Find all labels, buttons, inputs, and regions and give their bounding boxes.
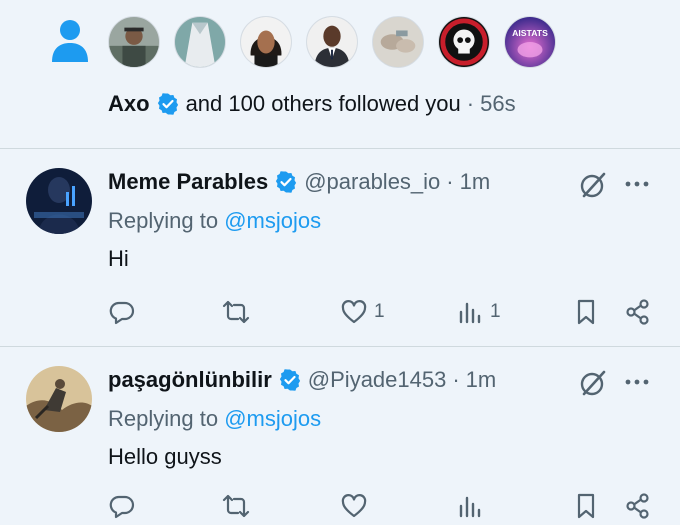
follower-avatars: AISTATS — [108, 16, 556, 68]
tweet[interactable]: Meme Parables @parables_io · 1m Replying… — [0, 150, 680, 344]
repost-button[interactable] — [222, 486, 250, 525]
heart-icon — [341, 494, 367, 518]
follow-text: and 100 others followed you — [185, 91, 461, 116]
views-icon — [459, 302, 481, 324]
avatar[interactable] — [240, 16, 292, 68]
more-options-icon[interactable] — [622, 172, 652, 196]
heart-icon — [341, 300, 367, 324]
tweet-header: paşagönlünbilir @Piyade1453 · 1m — [108, 364, 496, 396]
replying-prefix: Replying to — [108, 208, 219, 233]
person-icon — [52, 20, 88, 62]
share-button[interactable] — [624, 486, 652, 525]
follow-summary: Axo and 100 others followed you · 56s — [108, 90, 516, 118]
avatar[interactable] — [108, 16, 160, 68]
bookmark-button[interactable] — [572, 486, 600, 525]
reply-button[interactable] — [108, 292, 136, 332]
mention-link[interactable]: @msjojos — [224, 406, 321, 431]
handle[interactable]: @parables_io — [304, 169, 440, 195]
reply-icon — [109, 301, 135, 325]
like-count: 1 — [374, 301, 385, 322]
timestamp[interactable]: 1m — [466, 367, 497, 393]
separator-dot: · — [446, 169, 454, 194]
views-icon — [459, 496, 481, 518]
share-button[interactable] — [624, 292, 652, 332]
mention-link[interactable]: @msjojos — [224, 208, 321, 233]
verified-badge-icon — [276, 171, 297, 193]
reply-button[interactable] — [108, 486, 136, 525]
reply-icon — [109, 495, 135, 519]
divider — [0, 346, 680, 347]
avatar[interactable] — [306, 16, 358, 68]
bookmark-icon — [577, 299, 595, 325]
grok-icon[interactable] — [578, 170, 608, 200]
avatar[interactable]: AISTATS — [504, 16, 556, 68]
tweet-text: Hi — [108, 246, 129, 271]
tweet-actions: 1 1 — [0, 292, 680, 332]
timestamp: 56s — [480, 91, 516, 116]
avatar[interactable] — [26, 168, 92, 234]
replying-to: Replying to @msjojos — [108, 208, 321, 234]
views-button[interactable]: 1 — [456, 292, 501, 332]
separator-dot: · — [452, 367, 460, 392]
verified-badge-icon — [279, 369, 300, 391]
replying-prefix: Replying to — [108, 406, 219, 431]
bookmark-button[interactable] — [572, 292, 600, 332]
share-icon — [626, 493, 649, 519]
avatar[interactable] — [438, 16, 490, 68]
actor-name[interactable]: Axo — [108, 90, 150, 118]
like-button[interactable] — [340, 486, 374, 525]
view-count: 1 — [490, 301, 501, 322]
verified-badge-icon — [157, 93, 178, 115]
avatar[interactable] — [26, 366, 92, 432]
aistats-logo-text: AISTATS — [512, 28, 548, 38]
avatar[interactable] — [372, 16, 424, 68]
more-options-icon[interactable] — [622, 370, 652, 394]
share-icon — [626, 299, 649, 325]
replying-to: Replying to @msjojos — [108, 406, 321, 432]
tweet-actions — [0, 486, 680, 525]
views-button[interactable] — [456, 486, 490, 525]
repost-icon — [222, 494, 250, 518]
tweet-header: Meme Parables @parables_io · 1m — [108, 166, 490, 198]
like-button[interactable]: 1 — [340, 292, 385, 332]
grok-icon[interactable] — [578, 368, 608, 398]
follow-notification[interactable]: AISTATS Axo and 100 others followed you … — [0, 0, 680, 148]
tweet[interactable]: paşagönlünbilir @Piyade1453 · 1m Replyin… — [0, 348, 680, 525]
tweet-text: Hello guyss — [108, 444, 222, 469]
divider — [0, 148, 680, 149]
bookmark-icon — [577, 493, 595, 519]
avatar[interactable] — [174, 16, 226, 68]
separator-dot: · — [466, 91, 475, 116]
repost-button[interactable] — [222, 292, 250, 332]
timestamp[interactable]: 1m — [460, 169, 491, 195]
repost-icon — [222, 300, 250, 324]
display-name[interactable]: Meme Parables — [108, 169, 268, 195]
handle[interactable]: @Piyade1453 — [308, 367, 447, 393]
display-name[interactable]: paşagönlünbilir — [108, 367, 272, 393]
